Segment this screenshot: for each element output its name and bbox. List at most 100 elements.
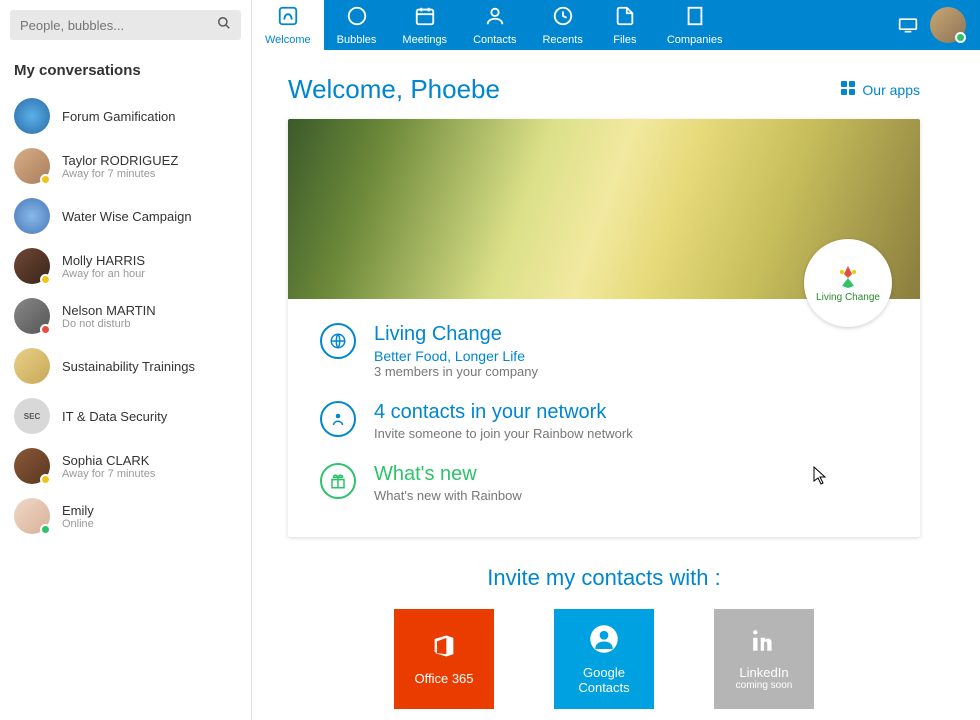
nav-label: Files: [613, 34, 636, 46]
conversations-title: My conversations: [0, 54, 251, 91]
nav-label: Companies: [667, 34, 723, 46]
whatsnew-title: What's new: [374, 463, 522, 486]
conversation-item[interactable]: Taylor RODRIGUEZAway for 7 minutes: [0, 141, 251, 191]
conversation-item[interactable]: SEC IT & Data Security: [0, 391, 251, 441]
network-title: 4 contacts in your network: [374, 401, 633, 424]
conversation-item[interactable]: Molly HARRISAway for an hour: [0, 241, 251, 291]
avatar: [14, 248, 50, 284]
status-away-icon: [40, 474, 51, 485]
nav-meetings[interactable]: Meetings: [389, 0, 460, 50]
conversation-name: Water Wise Campaign: [62, 209, 192, 224]
status-online-icon: [40, 524, 51, 535]
conversation-name: Forum Gamification: [62, 109, 175, 124]
conversation-name: IT & Data Security: [62, 409, 167, 424]
search-input[interactable]: [20, 18, 217, 33]
avatar: [14, 448, 50, 484]
whatsnew-sub: What's new with Rainbow: [374, 488, 522, 503]
status-away-icon: [40, 174, 51, 185]
nav-welcome[interactable]: Welcome: [252, 0, 324, 50]
clock-icon: [552, 5, 574, 33]
conversation-name: Emily: [62, 503, 94, 518]
status-dnd-icon: [40, 324, 51, 335]
avatar: [14, 348, 50, 384]
invite-linkedin: LinkedIn coming soon: [714, 609, 814, 709]
conversation-item[interactable]: Nelson MARTINDo not disturb: [0, 291, 251, 341]
avatar: [14, 498, 50, 534]
avatar: [14, 148, 50, 184]
company-badge: Living Change: [804, 239, 892, 327]
nav-companies[interactable]: Companies: [654, 0, 736, 50]
conversation-status: Away for an hour: [62, 268, 145, 280]
conversation-name: Taylor RODRIGUEZ: [62, 153, 178, 168]
status-away-icon: [40, 274, 51, 285]
building-icon: [684, 5, 706, 33]
nav-label: Recents: [542, 34, 582, 46]
whatsnew-row[interactable]: What's new What's new with Rainbow: [320, 455, 888, 517]
invite-google-contacts[interactable]: Google Contacts: [554, 609, 654, 709]
bubble-icon: [346, 5, 368, 33]
invite-office365[interactable]: Office 365: [394, 609, 494, 709]
conversation-list: Forum Gamification Taylor RODRIGUEZAway …: [0, 91, 251, 720]
profile-avatar[interactable]: [930, 7, 966, 43]
calendar-icon: [414, 5, 436, 33]
network-icon: [320, 401, 356, 437]
main: Welcome Bubbles Meetings Contacts Recent…: [252, 0, 980, 720]
conversation-item[interactable]: Sophia CLARKAway for 7 minutes: [0, 441, 251, 491]
nav-recents[interactable]: Recents: [529, 0, 595, 50]
conversation-item[interactable]: EmilyOnline: [0, 491, 251, 541]
nav-label: Contacts: [473, 34, 516, 46]
gift-icon: [320, 463, 356, 499]
conversation-name: Sustainability Trainings: [62, 359, 195, 374]
company-banner: Living Change: [288, 119, 920, 299]
conversation-status: Do not disturb: [62, 318, 156, 330]
nav-label: Bubbles: [337, 34, 377, 46]
invite-label: Contacts: [578, 680, 629, 695]
welcome-card: Living Change Living Change Better Food,…: [288, 119, 920, 537]
rainbow-icon: [277, 5, 299, 33]
topbar: Welcome Bubbles Meetings Contacts Recent…: [252, 0, 980, 50]
file-icon: [614, 5, 636, 33]
screen-share-icon[interactable]: [898, 0, 922, 50]
invite-row: Office 365 Google Contacts LinkedIn comi…: [288, 609, 920, 709]
linkedin-icon: [751, 628, 777, 661]
avatar: [14, 198, 50, 234]
avatar: SEC: [14, 398, 50, 434]
conversation-name: Molly HARRIS: [62, 253, 145, 268]
conversation-item[interactable]: Water Wise Campaign: [0, 191, 251, 241]
avatar: [14, 98, 50, 134]
nav-files[interactable]: Files: [596, 0, 654, 50]
person-icon: [484, 5, 506, 33]
invite-label: Google: [583, 665, 625, 680]
person-circle-icon: [589, 624, 619, 661]
conversation-item[interactable]: Sustainability Trainings: [0, 341, 251, 391]
nav-bubbles[interactable]: Bubbles: [324, 0, 390, 50]
company-name: Living Change: [374, 323, 538, 346]
company-badge-text: Living Change: [816, 292, 880, 303]
sidebar: My conversations Forum Gamification Tayl…: [0, 0, 252, 720]
invite-label: Office 365: [414, 671, 473, 686]
conversation-status: Away for 7 minutes: [62, 468, 155, 480]
conversation-name: Sophia CLARK: [62, 453, 155, 468]
content: Welcome, Phoebe Our apps Living Change L…: [252, 50, 980, 720]
network-sub: Invite someone to join your Rainbow netw…: [374, 426, 633, 441]
our-apps-label: Our apps: [862, 82, 920, 98]
search-box[interactable]: [10, 10, 241, 40]
globe-icon: [320, 323, 356, 359]
nav-contacts[interactable]: Contacts: [460, 0, 529, 50]
conversation-name: Nelson MARTIN: [62, 303, 156, 318]
conversation-status: Away for 7 minutes: [62, 168, 178, 180]
nav-label: Welcome: [265, 34, 311, 46]
nav-label: Meetings: [402, 34, 447, 46]
company-tagline: Better Food, Longer Life: [374, 348, 538, 364]
our-apps-link[interactable]: Our apps: [840, 80, 920, 99]
network-row[interactable]: 4 contacts in your network Invite someon…: [320, 393, 888, 455]
search-icon: [217, 16, 231, 35]
invite-title: Invite my contacts with :: [288, 565, 920, 591]
company-members: 3 members in your company: [374, 364, 538, 379]
company-row[interactable]: Living Change Better Food, Longer Life 3…: [320, 315, 888, 393]
invite-sublabel: coming soon: [736, 680, 793, 691]
conversation-item[interactable]: Forum Gamification: [0, 91, 251, 141]
status-online-icon: [955, 32, 966, 43]
avatar: [14, 298, 50, 334]
office-icon: [430, 632, 458, 667]
